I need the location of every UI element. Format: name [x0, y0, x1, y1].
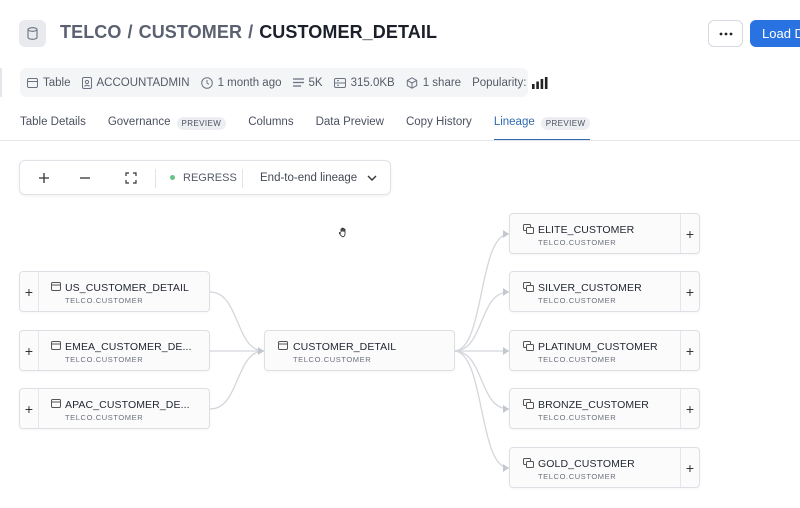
lineage-node-upstream[interactable]: + US_CUSTOMER_DETAIL TELCO.CUSTOMER	[19, 271, 210, 312]
node-path: TELCO.CUSTOMER	[538, 355, 617, 364]
node-name: PLATINUM_CUSTOMER	[538, 341, 658, 353]
node-path: TELCO.CUSTOMER	[538, 472, 617, 481]
view-icon	[523, 341, 534, 351]
lineage-edges	[209, 230, 510, 472]
node-path: TELCO.CUSTOMER	[538, 413, 617, 422]
expand-downstream-button[interactable]: +	[680, 214, 699, 253]
node-path: TELCO.CUSTOMER	[65, 413, 144, 422]
node-path: TELCO.CUSTOMER	[65, 296, 144, 305]
lineage-node-downstream[interactable]: PLATINUM_CUSTOMER TELCO.CUSTOMER +	[509, 330, 700, 371]
expand-upstream-button[interactable]: +	[20, 272, 39, 311]
grab-cursor-icon	[338, 227, 346, 238]
expand-downstream-button[interactable]: +	[680, 331, 699, 370]
node-name: SILVER_CUSTOMER	[538, 282, 642, 294]
view-icon	[523, 224, 534, 234]
edge	[209, 350, 265, 410]
edge	[453, 350, 510, 469]
table-icon	[51, 282, 61, 291]
node-name: GOLD_CUSTOMER	[538, 458, 635, 470]
node-path: TELCO.CUSTOMER	[65, 355, 144, 364]
view-icon	[523, 282, 534, 292]
table-icon	[278, 341, 288, 350]
lineage-node-downstream[interactable]: ELITE_CUSTOMER TELCO.CUSTOMER +	[509, 213, 700, 254]
node-path: TELCO.CUSTOMER	[538, 238, 617, 247]
lineage-node-upstream[interactable]: + APAC_CUSTOMER_DE... TELCO.CUSTOMER	[19, 388, 210, 429]
expand-downstream-button[interactable]: +	[680, 389, 699, 428]
table-icon	[51, 399, 61, 408]
edge	[209, 291, 265, 352]
node-name: BRONZE_CUSTOMER	[538, 399, 649, 411]
node-name: ELITE_CUSTOMER	[538, 224, 635, 236]
expand-upstream-button[interactable]: +	[20, 389, 39, 428]
edge	[453, 233, 510, 352]
view-icon	[523, 458, 534, 468]
node-path: TELCO.CUSTOMER	[538, 296, 617, 305]
table-icon	[51, 341, 61, 350]
expand-downstream-button[interactable]: +	[680, 448, 699, 487]
lineage-node-downstream[interactable]: GOLD_CUSTOMER TELCO.CUSTOMER +	[509, 447, 700, 488]
node-name: US_CUSTOMER_DETAIL	[65, 282, 189, 294]
edge	[453, 291, 510, 352]
expand-upstream-button[interactable]: +	[20, 331, 39, 370]
node-name: EMEA_CUSTOMER_DE...	[65, 341, 192, 353]
lineage-node-upstream[interactable]: + EMEA_CUSTOMER_DE... TELCO.CUSTOMER	[19, 330, 210, 371]
node-name: APAC_CUSTOMER_DE...	[65, 399, 190, 411]
lineage-node-downstream[interactable]: BRONZE_CUSTOMER TELCO.CUSTOMER +	[509, 388, 700, 429]
node-name: CUSTOMER_DETAIL	[293, 341, 397, 353]
view-icon	[523, 399, 534, 409]
lineage-node-downstream[interactable]: SILVER_CUSTOMER TELCO.CUSTOMER +	[509, 271, 700, 312]
lineage-node-selected[interactable]: CUSTOMER_DETAIL TELCO.CUSTOMER	[264, 330, 455, 371]
expand-downstream-button[interactable]: +	[680, 272, 699, 311]
edge	[453, 350, 510, 410]
node-path: TELCO.CUSTOMER	[293, 355, 372, 364]
